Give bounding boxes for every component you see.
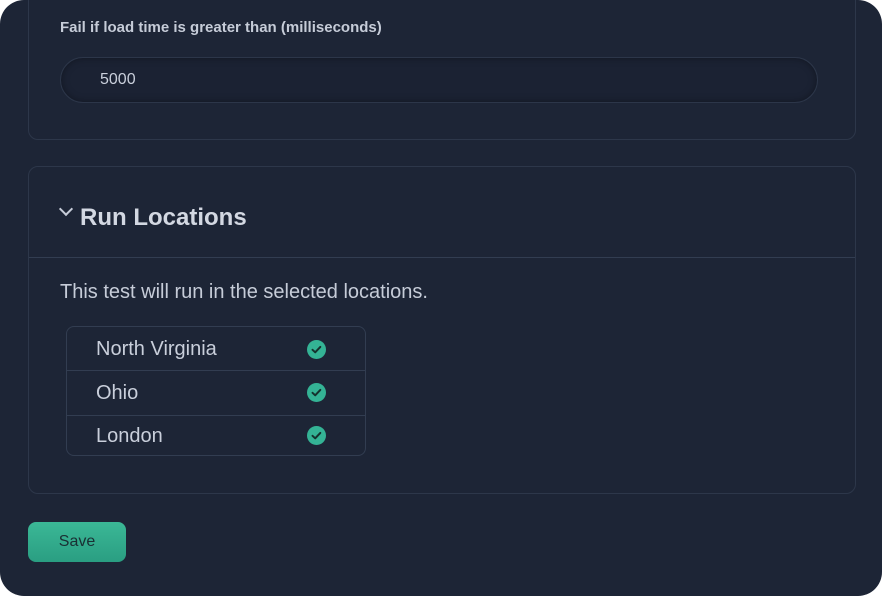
location-name: North Virginia (96, 338, 217, 360)
check-circle-icon (307, 383, 326, 402)
location-item[interactable]: Ohio (67, 371, 365, 416)
section-title: Run Locations (80, 204, 247, 231)
location-item[interactable]: London (67, 416, 365, 455)
run-locations-header[interactable]: Run Locations (29, 167, 855, 258)
location-name: Ohio (96, 382, 139, 404)
load-time-input[interactable] (60, 57, 818, 103)
run-locations-card: Run Locations This test will run in the … (28, 166, 856, 494)
save-button[interactable]: Save (28, 522, 126, 562)
check-circle-icon (307, 340, 326, 359)
location-item[interactable]: North Virginia (67, 327, 365, 371)
settings-panel: Fail if load time is greater than (milli… (0, 0, 882, 596)
location-name: London (96, 425, 163, 447)
location-list: North Virginia Ohio London (66, 326, 366, 456)
chevron-down-icon (58, 201, 74, 217)
section-description: This test will run in the selected locat… (60, 281, 428, 303)
check-circle-icon (307, 426, 326, 445)
load-time-label: Fail if load time is greater than (milli… (60, 19, 382, 36)
